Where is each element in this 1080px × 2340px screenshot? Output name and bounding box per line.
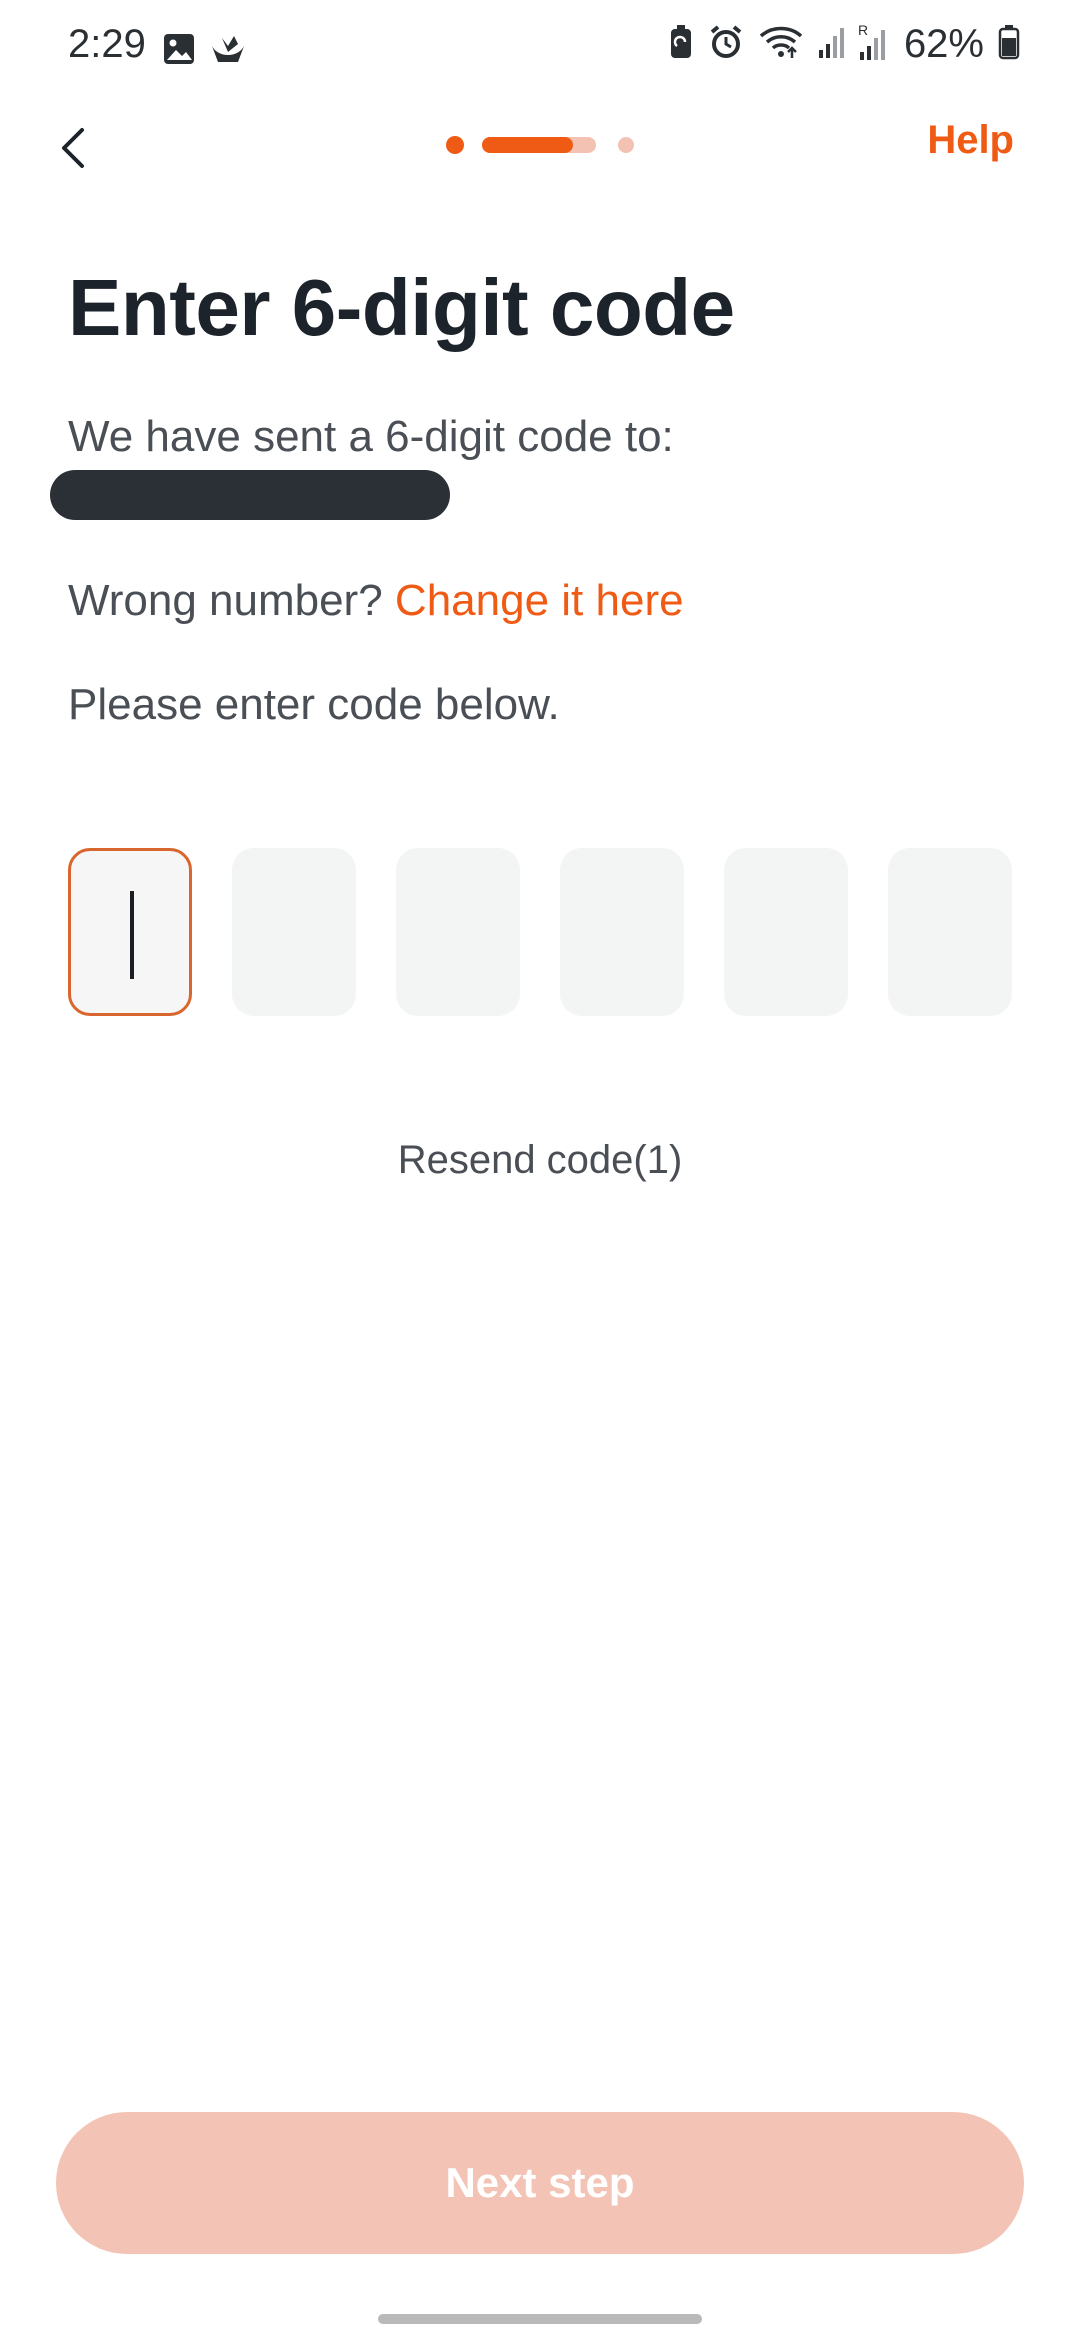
- signal-icon: [818, 24, 844, 65]
- next-step-button[interactable]: Next step: [56, 2112, 1024, 2254]
- status-bar: 2:29 R 62%: [0, 0, 1080, 96]
- wrong-number-row: Wrong number? Change it here: [68, 576, 684, 626]
- wifi-icon: [758, 24, 804, 65]
- otp-digit-input-2[interactable]: [232, 848, 356, 1016]
- wrong-number-label: Wrong number?: [68, 576, 383, 625]
- roaming-signal-icon: R: [858, 22, 890, 67]
- svg-text:R: R: [858, 22, 868, 38]
- chevron-left-icon: [62, 128, 84, 168]
- redacted-phone-number: [50, 470, 450, 520]
- battery-icon: [998, 24, 1020, 65]
- otp-digit-input-3[interactable]: [396, 848, 520, 1016]
- otp-digit-input-6[interactable]: [888, 848, 1012, 1016]
- resend-code-link[interactable]: Resend code(1): [0, 1138, 1080, 1183]
- status-time: 2:29: [68, 22, 146, 66]
- page-title: Enter 6-digit code: [68, 263, 735, 352]
- otp-code-inputs: [68, 848, 1012, 1018]
- app-notification-icon: [208, 32, 248, 71]
- status-left-icons: [162, 32, 248, 71]
- status-right-group: R 62%: [668, 22, 1020, 67]
- battery-saver-icon: [668, 24, 694, 65]
- progress-step-fill: [482, 137, 574, 153]
- progress-step-dot-complete: [446, 136, 464, 154]
- text-cursor: [130, 891, 134, 979]
- gallery-icon: [162, 32, 196, 71]
- otp-digit-input-4[interactable]: [560, 848, 684, 1016]
- back-button[interactable]: [44, 118, 104, 178]
- home-indicator: [378, 2314, 702, 2324]
- alarm-icon: [708, 24, 744, 65]
- help-link[interactable]: Help: [927, 118, 1014, 163]
- otp-digit-input-1[interactable]: [68, 848, 192, 1016]
- progress-step-dot-pending: [618, 137, 634, 153]
- sent-code-message: We have sent a 6-digit code to:: [68, 412, 674, 461]
- battery-percent: 62%: [903, 22, 984, 66]
- screen: 2:29 R 62% Help Enter 6-digit code We ha…: [0, 0, 1080, 2340]
- otp-digit-input-5[interactable]: [724, 848, 848, 1016]
- progress-step-track: [482, 137, 596, 153]
- change-number-link[interactable]: Change it here: [395, 576, 684, 625]
- step-progress-indicator: [446, 135, 634, 155]
- enter-code-instruction: Please enter code below.: [68, 680, 560, 729]
